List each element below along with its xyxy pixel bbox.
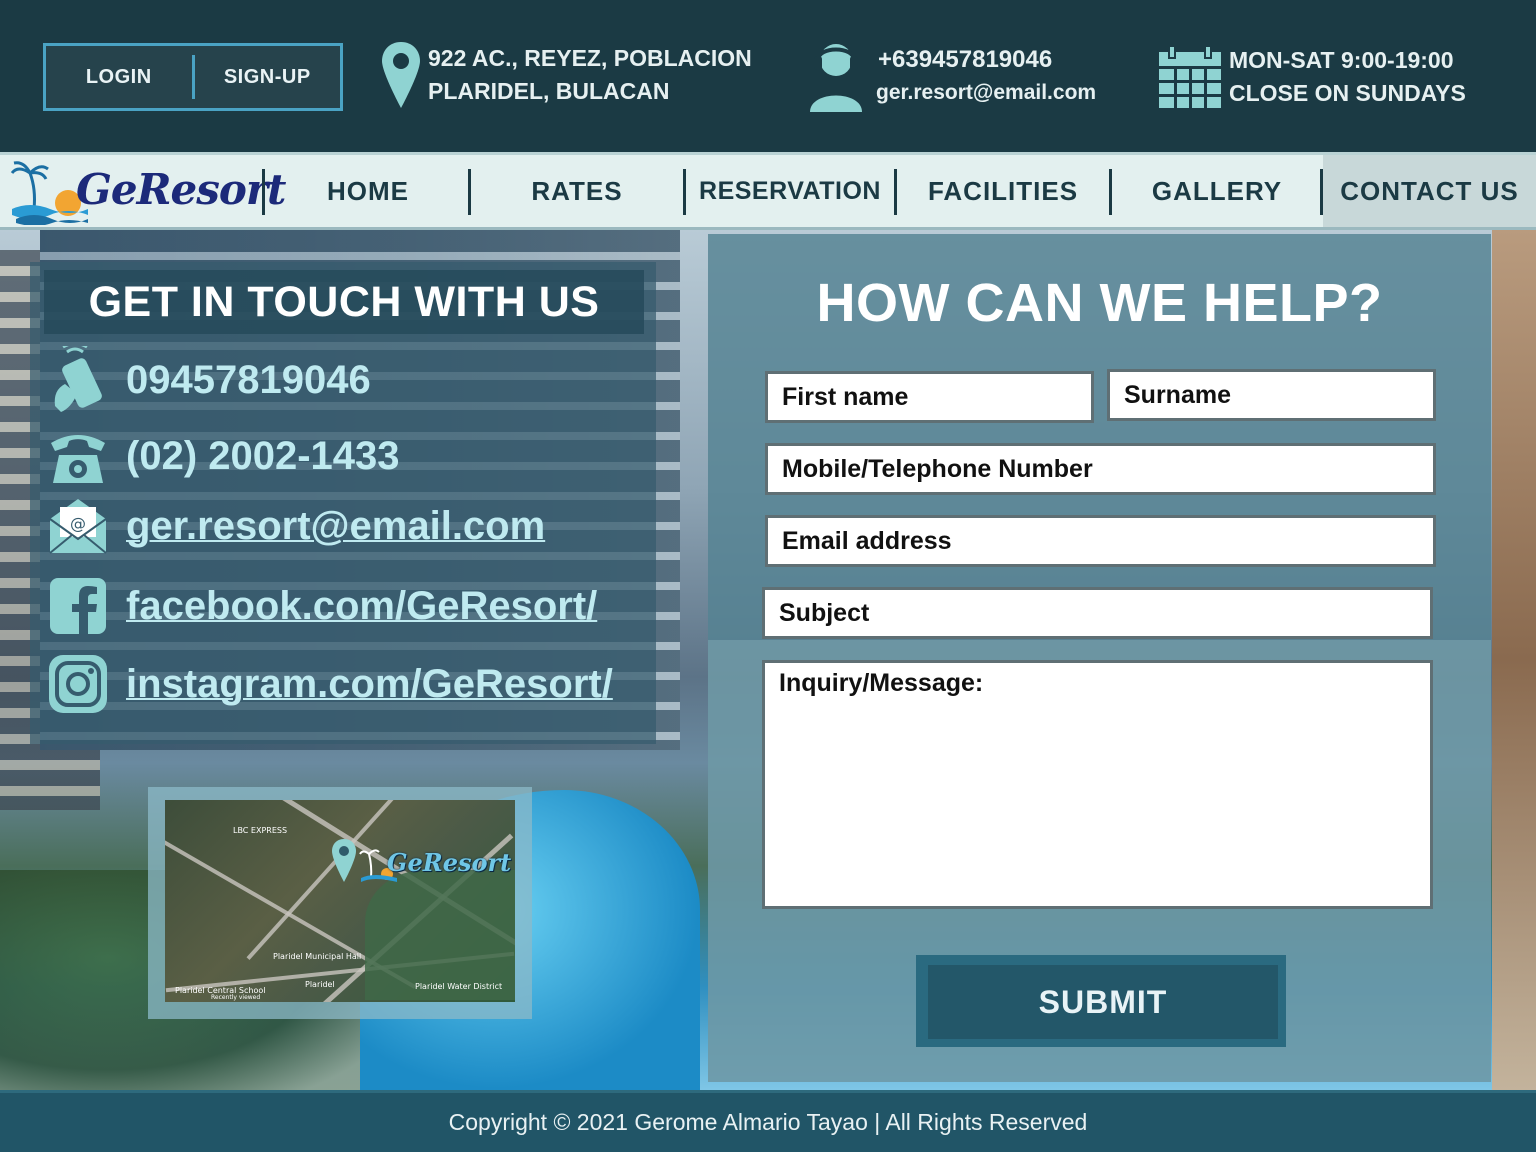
nav-facilities[interactable]: FACILITIES [897, 155, 1109, 227]
address-info: 922 AC., REYEZ, POBLACION PLARIDEL, BULA… [380, 40, 752, 110]
top-bar: LOGIN SIGN-UP 922 AC., REYEZ, POBLACION … [0, 0, 1536, 152]
signup-button[interactable]: SIGN-UP [195, 46, 341, 108]
contact-email-link[interactable]: ger.resort@email.com [126, 504, 545, 549]
contact-landline-row: (02) 2002-1433 [44, 422, 400, 490]
contact-landline[interactable]: (02) 2002-1433 [126, 434, 400, 479]
facebook-icon [50, 578, 106, 634]
submit-button[interactable]: SUBMIT [916, 955, 1286, 1047]
nav-divider [262, 169, 265, 215]
contact-instagram-link[interactable]: instagram.com/GeResort/ [126, 662, 613, 707]
hours-line-2: CLOSE ON SUNDAYS [1229, 80, 1466, 106]
site-logo[interactable]: GeResort [10, 159, 286, 225]
contact-facebook-row: facebook.com/GeResort/ [44, 572, 597, 640]
contact-instagram-row: instagram.com/GeResort/ [44, 650, 613, 718]
phone-info: +639457819046 ger.resort@email.com [806, 40, 1096, 112]
contact-facebook-link[interactable]: facebook.com/GeResort/ [126, 584, 597, 629]
map-label: Plaridel Water District [415, 982, 503, 991]
hours-info: MON-SAT 9:00-19:00 CLOSE ON SUNDAYS [1157, 44, 1466, 110]
location-pin-icon [382, 42, 420, 108]
nav-gallery[interactable]: GALLERY [1112, 155, 1322, 227]
map-label: LBC EXPRESS [233, 826, 288, 835]
map-logo-text: GeResort [387, 848, 512, 877]
footer: Copyright © 2021 Gerome Almario Tayao | … [0, 1090, 1536, 1152]
message-textarea[interactable] [762, 660, 1433, 909]
map-label: Recently viewed [211, 994, 261, 1001]
nav-contact-us[interactable]: CONTACT US [1323, 155, 1536, 227]
contact-mobile[interactable]: 09457819046 [126, 358, 371, 403]
login-button[interactable]: LOGIN [46, 46, 192, 108]
header-email[interactable]: ger.resort@email.com [876, 76, 1096, 109]
email-field[interactable] [765, 515, 1436, 567]
header-phone[interactable]: +639457819046 [878, 43, 1096, 76]
address-line-2: PLARIDEL, BULACAN [428, 78, 670, 104]
main-nav: GeResort HOME RATES RESERVATION FACILITI… [0, 152, 1536, 230]
map-label: Plaridel [305, 980, 335, 989]
contact-email-row: @ ger.resort@email.com [44, 492, 545, 560]
location-map[interactable]: LBC EXPRESS Plaridel Municipal Hall Plar… [165, 800, 515, 1002]
map-label: Plaridel Municipal Hall [273, 952, 362, 961]
copyright-text: Copyright © 2021 Gerome Almario Tayao | … [448, 1109, 1088, 1135]
contact-mobile-row: 09457819046 [44, 346, 371, 414]
auth-box: LOGIN SIGN-UP [43, 43, 343, 111]
instagram-icon [49, 655, 107, 713]
subject-field[interactable] [762, 587, 1433, 639]
map-pin-icon [332, 839, 356, 882]
hours-line-1: MON-SAT 9:00-19:00 [1229, 47, 1454, 73]
calendar-icon [1159, 45, 1221, 108]
building-right [1492, 230, 1536, 1090]
nav-rates[interactable]: RATES [471, 155, 683, 227]
first-name-field[interactable] [765, 371, 1094, 423]
logo-text: GeResort [76, 165, 286, 214]
email-icon: @ [49, 499, 107, 554]
svg-text:@: @ [70, 514, 86, 533]
submit-label: SUBMIT [928, 965, 1278, 1039]
surname-field[interactable] [1107, 369, 1436, 421]
nav-reservation[interactable]: RESERVATION [686, 155, 894, 227]
contact-title: GET IN TOUCH WITH US [88, 277, 600, 326]
form-title: HOW CAN WE HELP? [816, 273, 1383, 333]
address-line-1: 922 AC., REYEZ, POBLACION [428, 45, 752, 71]
mobile-phone-icon [54, 346, 102, 412]
phone-number-field[interactable] [765, 443, 1436, 495]
customer-support-icon [810, 44, 862, 112]
telephone-icon [51, 435, 105, 483]
nav-home[interactable]: HOME [268, 155, 468, 227]
